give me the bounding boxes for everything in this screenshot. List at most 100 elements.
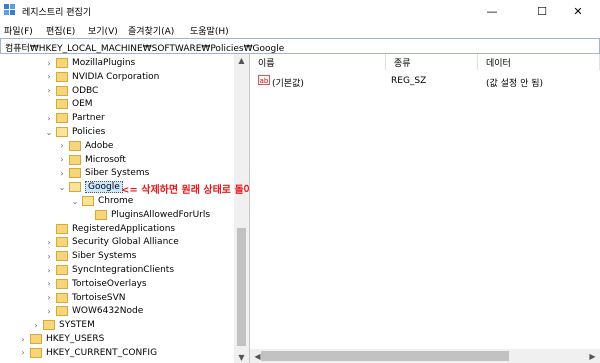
tree-item-label: PluginsAllowedForUrls <box>111 209 211 220</box>
menu-edit[interactable]: 편집(E) <box>46 24 75 37</box>
tree-item-label: HKEY_USERS <box>46 334 105 344</box>
collapse-chevron-icon[interactable]: ⌄ <box>45 128 53 137</box>
tree-item[interactable]: › Siber Systems <box>47 249 137 263</box>
folder-icon <box>69 182 81 193</box>
close-button[interactable]: ✕ <box>556 0 600 22</box>
tree-item-label: WOW6432Node <box>72 306 144 317</box>
expand-chevron-icon[interactable]: › <box>45 238 53 247</box>
menu-file[interactable]: 파일(F) <box>4 24 33 37</box>
expand-chevron-icon[interactable]: › <box>58 155 66 164</box>
tree-item[interactable]: › TortoiseOverlays <box>47 277 147 291</box>
tree-item-label: NVIDIA Corporation <box>72 71 160 82</box>
address-bar[interactable]: 컴퓨터₩HKEY_LOCAL_MACHINE₩SOFTWARE₩Policies… <box>0 38 600 54</box>
tree-item[interactable]: ⌄ Chrome <box>72 194 134 208</box>
tree-item[interactable]: › Microsoft <box>60 153 126 167</box>
expand-chevron-icon[interactable]: › <box>45 114 53 123</box>
expand-chevron-icon[interactable]: › <box>45 266 53 275</box>
tree-item[interactable]: › NVIDIA Corporation <box>47 70 160 84</box>
expand-chevron-icon[interactable]: › <box>58 141 66 150</box>
tree-item-label: Adobe <box>85 140 114 151</box>
expand-chevron-icon[interactable]: › <box>45 86 53 95</box>
expand-chevron-icon[interactable]: › <box>19 348 27 357</box>
tree-item-label: Siber Systems <box>72 251 137 262</box>
tree-item[interactable]: › WOW6432Node <box>47 304 144 318</box>
tree-item-label: HKEY_CURRENT_CONFIG <box>46 347 158 358</box>
tree-item[interactable]: › HKEY_USERS <box>21 332 105 346</box>
expand-chevron-icon[interactable]: › <box>45 293 53 302</box>
minimize-icon: — <box>486 4 498 18</box>
tree-item[interactable]: › SYSTEM <box>34 318 95 332</box>
column-header-type[interactable]: 종류 <box>386 54 478 70</box>
tree-item[interactable]: › ODBC <box>47 84 99 98</box>
column-header-data[interactable]: 데이터 <box>478 54 600 70</box>
folder-icon <box>56 237 68 248</box>
tree-item-label: TortoiseOverlays <box>72 278 147 289</box>
tree-item[interactable]: PluginsAllowedForUrls <box>95 208 210 222</box>
minimize-button[interactable]: — <box>470 0 514 22</box>
menu-favorites[interactable]: 즐겨찾기(A) <box>128 24 174 37</box>
folder-icon <box>56 265 68 275</box>
folder-icon <box>69 140 81 151</box>
tree-scroll-thumb[interactable] <box>237 228 246 346</box>
menu-bar: 파일(F) 편집(E) 보기(V) 즐겨찾기(A) 도움말(H) <box>0 22 600 38</box>
menu-view[interactable]: 보기(V) <box>88 24 118 37</box>
expand-chevron-icon[interactable]: › <box>58 169 66 178</box>
value-type: REG_SZ <box>391 76 427 86</box>
expand-chevron-icon[interactable]: › <box>32 321 40 330</box>
regedit-icon <box>4 4 16 16</box>
tree-item[interactable]: ⌄ Policies <box>46 125 105 139</box>
folder-icon <box>95 209 107 220</box>
tree-item[interactable]: › Partner <box>47 111 105 125</box>
values-scroll-thumb[interactable] <box>261 351 509 361</box>
tree-item[interactable]: OEM <box>56 97 93 111</box>
folder-icon <box>30 347 42 358</box>
tree-item[interactable]: ⌄ Google <box>59 180 123 194</box>
expand-chevron-icon[interactable]: › <box>45 307 53 316</box>
scroll-up-icon[interactable]: ▲ <box>234 54 249 66</box>
tree-item-label: Security Global Alliance <box>72 237 179 248</box>
tree-item[interactable]: › MozillaPlugins <box>47 56 135 70</box>
tree-item[interactable]: › Security Global Alliance <box>47 235 179 249</box>
tree-item[interactable]: › TortoiseSVN <box>47 291 126 305</box>
folder-icon <box>69 154 81 165</box>
expand-chevron-icon[interactable]: › <box>45 279 53 288</box>
folder-icon <box>56 223 68 234</box>
tree-item-label: Google <box>85 181 123 194</box>
expand-chevron-icon[interactable]: › <box>45 59 53 68</box>
folder-icon <box>43 320 55 331</box>
folder-icon <box>56 306 68 317</box>
folder-icon <box>30 334 42 344</box>
value-row[interactable]: ab (기본값) REG_SZ (값 설정 안 됨) <box>250 74 600 89</box>
collapse-chevron-icon[interactable]: ⌄ <box>71 197 79 206</box>
value-name: (기본값) <box>272 79 304 89</box>
string-value-icon: ab <box>258 75 270 85</box>
maximize-icon: ☐ <box>537 4 547 18</box>
folder-icon <box>56 58 68 68</box>
expand-chevron-icon[interactable]: › <box>19 335 27 344</box>
tree-item[interactable]: RegisteredApplications <box>56 222 175 236</box>
collapse-chevron-icon[interactable]: ⌄ <box>58 183 66 192</box>
folder-icon <box>56 113 68 124</box>
tree-item-label: ODBC <box>72 85 99 96</box>
expand-chevron-icon[interactable]: › <box>45 72 53 81</box>
menu-help[interactable]: 도움말(H) <box>190 24 229 37</box>
tree-item[interactable]: › SyncIntegrationClients <box>47 263 174 277</box>
tree-item[interactable]: › Adobe <box>60 139 114 153</box>
folder-icon <box>56 292 68 303</box>
tree-item-label: SYSTEM <box>59 320 95 331</box>
values-pane: 이름 종류 데이터 ab (기본값) REG_SZ (값 설정 안 됨) <box>250 54 600 363</box>
tree-item[interactable]: › Siber Systems <box>60 166 149 180</box>
scroll-right-icon[interactable]: ▶ <box>585 350 600 362</box>
folder-icon <box>56 251 68 262</box>
tree-item-label: OEM <box>72 99 93 110</box>
tree-item-label: Partner <box>72 113 105 124</box>
tree-item[interactable]: › HKEY_CURRENT_CONFIG <box>21 346 158 360</box>
column-header-name[interactable]: 이름 <box>250 54 386 70</box>
scroll-down-icon[interactable]: ▼ <box>234 351 249 363</box>
expand-chevron-icon[interactable]: › <box>45 252 53 261</box>
tree-item-label: Microsoft <box>85 154 126 165</box>
value-data: (값 설정 안 됨) <box>486 79 544 89</box>
folder-icon <box>56 127 68 137</box>
tree-item-label: Chrome <box>98 196 134 206</box>
address-text[interactable]: 컴퓨터₩HKEY_LOCAL_MACHINE₩SOFTWARE₩Policies… <box>5 41 284 54</box>
